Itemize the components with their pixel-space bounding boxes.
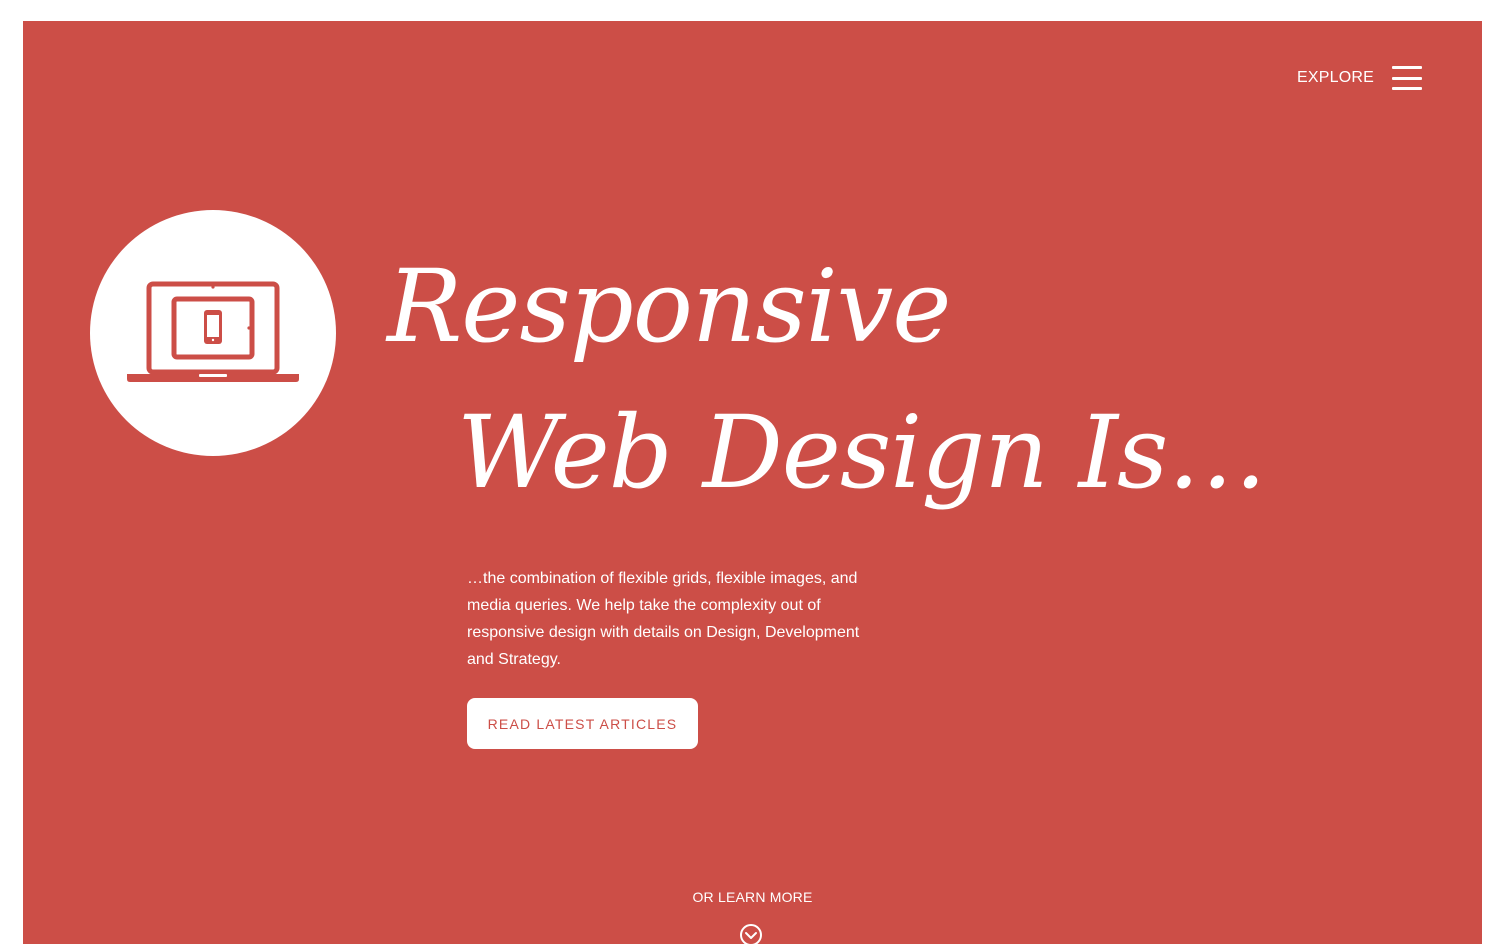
explore-menu-toggle[interactable]: EXPLORE bbox=[1297, 66, 1422, 90]
explore-label: EXPLORE bbox=[1297, 69, 1374, 86]
read-latest-articles-button[interactable]: READ LATEST ARTICLES bbox=[467, 698, 698, 749]
headline-line-1: Responsive bbox=[387, 248, 951, 365]
chevron-down-circle-icon[interactable] bbox=[739, 923, 763, 944]
hamburger-icon[interactable] bbox=[1392, 66, 1422, 90]
intro-paragraph: …the combination of flexible grids, flex… bbox=[467, 570, 860, 668]
logo bbox=[90, 210, 336, 456]
learn-more-link[interactable]: OR LEARN MORE bbox=[23, 889, 1482, 905]
responsive-devices-icon bbox=[127, 281, 299, 382]
headline-line-2: Web Design Is… bbox=[457, 394, 1267, 511]
hero-section: EXPLORE Responsive Web Design Is… …the c… bbox=[23, 21, 1482, 944]
